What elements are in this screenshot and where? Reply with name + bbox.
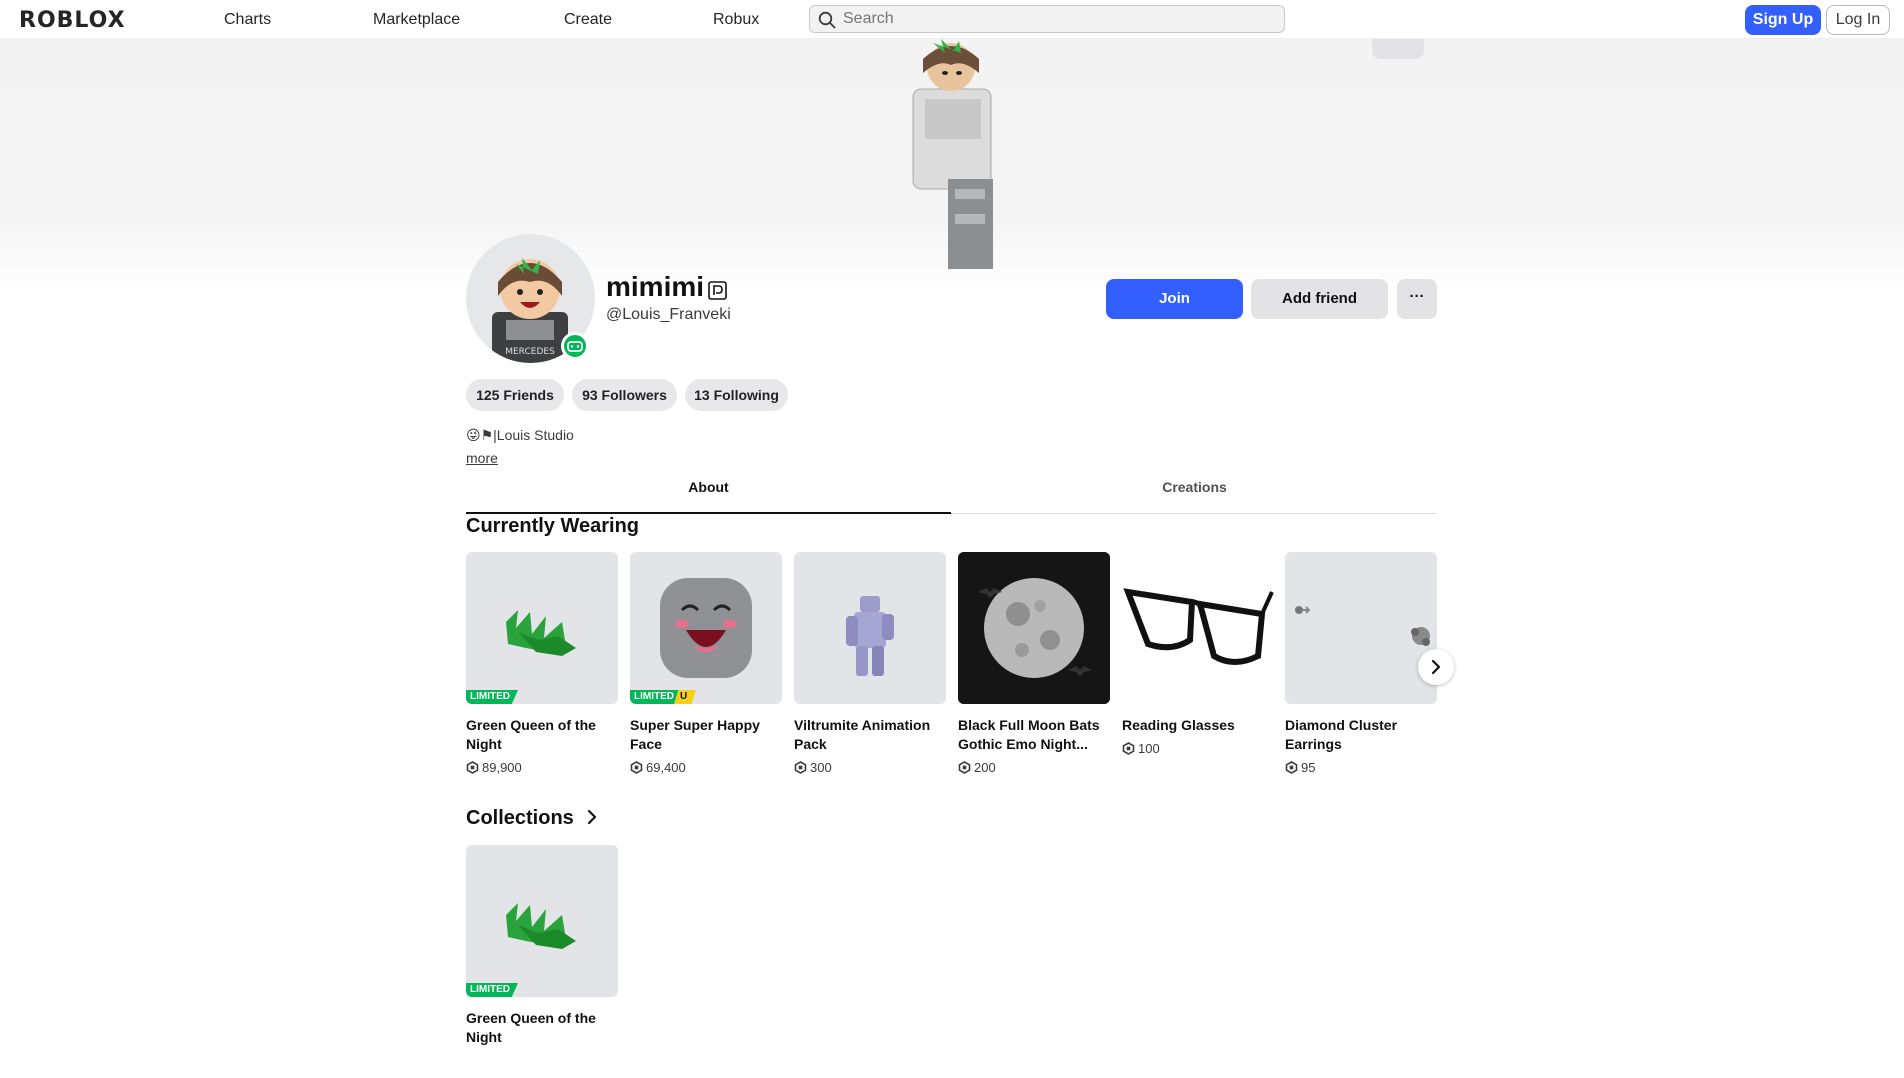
online-game-status-icon	[561, 332, 589, 360]
earrings-icon	[1295, 606, 1430, 646]
limited-tag: LIMITED	[466, 983, 518, 997]
item-thumbnail[interactable]: LIMITED	[466, 552, 618, 704]
robux-icon	[794, 761, 807, 774]
item-thumbnail[interactable]: LIMITED	[466, 845, 618, 997]
chevron-right-icon	[1431, 659, 1441, 675]
item-thumbnail[interactable]	[958, 552, 1110, 704]
item-price-value: 95	[1301, 760, 1316, 775]
profile-bio: 😜⚑|Louis Studio	[466, 427, 574, 443]
item-price: 200	[958, 760, 1110, 775]
nav-robux[interactable]: Robux	[713, 11, 759, 29]
item-thumbnail[interactable]: LIMITED U	[630, 552, 782, 704]
wearing-item-card[interactable]: LIMITED Green Queen of the Night 89,900	[466, 552, 618, 775]
currently-wearing-title: Currently Wearing	[466, 515, 639, 537]
happy-face-icon	[660, 578, 752, 678]
robux-icon	[630, 761, 643, 774]
green-crown-icon	[506, 903, 576, 949]
wearing-item-card[interactable]: Black Full Moon Bats Gothic Emo Night...…	[958, 552, 1110, 775]
robux-icon	[1285, 761, 1298, 774]
following-count-pill[interactable]: 13 Following	[685, 379, 788, 411]
avatar-3d-render	[912, 39, 993, 269]
hero-action-button[interactable]	[1372, 39, 1424, 59]
robux-icon	[466, 761, 479, 774]
tab-creations[interactable]: Creations	[952, 474, 1437, 514]
display-name: mimimi	[606, 271, 705, 302]
carousel-next-button[interactable]	[1418, 649, 1454, 685]
item-name[interactable]: Diamond Cluster Earrings	[1285, 716, 1437, 754]
reading-glasses-icon	[1123, 588, 1274, 665]
search-bar[interactable]	[809, 5, 1285, 33]
join-button[interactable]: Join	[1106, 279, 1243, 319]
item-name[interactable]: Green Queen of the Night	[466, 716, 618, 754]
tab-about[interactable]: About	[466, 474, 951, 514]
item-name[interactable]: Green Queen of the Night	[466, 1009, 618, 1047]
item-price: 69,400	[630, 760, 782, 775]
item-price: 100	[1122, 741, 1274, 756]
item-price-value: 300	[810, 760, 832, 775]
username: @Louis_Franveki	[606, 306, 731, 323]
item-price-value: 200	[974, 760, 996, 775]
limited-tag: LIMITED	[466, 690, 518, 704]
item-price: 95	[1285, 760, 1437, 775]
item-name[interactable]: Viltrumite Animation Pack	[794, 716, 946, 754]
item-price-value: 100	[1138, 741, 1160, 756]
top-navigation-bar: ROBLOX Charts Marketplace Create Robux S…	[0, 0, 1904, 39]
item-thumbnail[interactable]	[1122, 552, 1274, 704]
search-icon	[818, 11, 836, 29]
nav-create[interactable]: Create	[564, 11, 612, 29]
wearing-item-card[interactable]: Diamond Cluster Earrings 95	[1285, 552, 1437, 775]
friends-count-pill[interactable]: 125 Friends	[466, 379, 564, 411]
limited-tag: LIMITED	[630, 690, 682, 704]
more-options-button[interactable]: ···	[1397, 279, 1437, 319]
robux-icon	[1122, 742, 1135, 755]
item-price-value: 89,900	[482, 760, 522, 775]
item-name[interactable]: Super Super Happy Face	[630, 716, 782, 754]
svg-text:MERCEDES: MERCEDES	[505, 347, 555, 357]
collections-title[interactable]: Collections	[466, 807, 599, 830]
full-moon-icon	[958, 552, 1110, 704]
green-crown-icon	[506, 610, 576, 656]
sign-up-button[interactable]: Sign Up	[1745, 5, 1821, 35]
wearing-item-card[interactable]: Reading Glasses 100	[1122, 552, 1274, 756]
item-thumbnail[interactable]	[1285, 552, 1437, 704]
item-price: 89,900	[466, 760, 618, 775]
followers-count-pill[interactable]: 93 Followers	[572, 379, 677, 411]
wearing-item-card[interactable]: Viltrumite Animation Pack 300	[794, 552, 946, 775]
item-price: 300	[794, 760, 946, 775]
roblox-logo[interactable]: ROBLOX	[19, 8, 126, 33]
collections-title-text[interactable]: Collections	[466, 807, 574, 829]
animation-figure-icon	[846, 596, 894, 676]
premium-badge-icon	[708, 281, 727, 300]
item-thumbnail[interactable]	[794, 552, 946, 704]
item-name[interactable]: Reading Glasses	[1122, 716, 1274, 735]
search-input[interactable]	[843, 8, 1273, 30]
bio-more-link[interactable]: more	[466, 450, 498, 466]
add-friend-button[interactable]: Add friend	[1251, 279, 1388, 319]
collection-item-card[interactable]: LIMITED Green Queen of the Night	[466, 845, 618, 1047]
log-in-button[interactable]: Log In	[1826, 5, 1890, 35]
chevron-right-icon	[588, 809, 597, 825]
nav-marketplace[interactable]: Marketplace	[373, 11, 460, 29]
profile-tabs: About Creations	[466, 474, 1437, 514]
nav-charts[interactable]: Charts	[224, 11, 271, 29]
robux-icon	[958, 761, 971, 774]
item-name[interactable]: Black Full Moon Bats Gothic Emo Night...	[958, 716, 1110, 754]
item-price-value: 69,400	[646, 760, 686, 775]
wearing-item-card[interactable]: LIMITED U Super Super Happy Face 69,400	[630, 552, 782, 775]
